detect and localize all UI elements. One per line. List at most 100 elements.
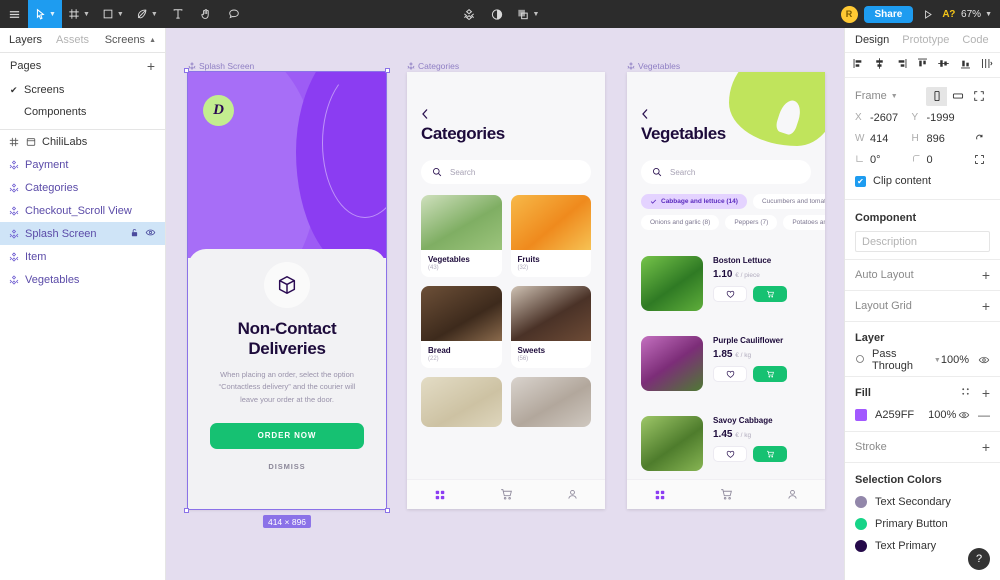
remove-fill-button[interactable]: — xyxy=(978,409,990,421)
chevron-down-icon[interactable]: ▼ xyxy=(49,11,56,18)
frame-label-splash-screen[interactable]: Splash Screen xyxy=(188,61,254,71)
tab-cart[interactable] xyxy=(473,488,539,501)
blend-mode-control[interactable]: Pass Through ▼ xyxy=(855,348,941,372)
filter-chip-cucumbers-and-tomatoes[interactable]: Cucumbers and tomatoes xyxy=(752,194,825,209)
chevron-up-icon[interactable]: ▲ xyxy=(149,37,156,44)
chevron-down-icon[interactable]: ▼ xyxy=(533,11,540,18)
frame-label-categories[interactable]: Categories xyxy=(407,61,459,71)
frame-tool[interactable]: ▼ xyxy=(62,0,96,28)
union-icon[interactable]: ▼ xyxy=(511,0,546,28)
width-field[interactable]: W 414 xyxy=(855,128,910,149)
add-to-cart-button[interactable] xyxy=(753,366,787,382)
filter-chip-peppers[interactable]: Peppers (7) xyxy=(725,215,778,230)
frame-type-label[interactable]: Frame xyxy=(855,90,887,102)
layer-row-splash-screen[interactable]: Splash Screen xyxy=(0,222,165,245)
frame-splash-screen[interactable]: Splash Screen D Non-Contact Deliveries W… xyxy=(184,61,390,528)
styles-icon[interactable] xyxy=(960,386,971,400)
chevron-left-icon[interactable] xyxy=(641,108,649,122)
category-card[interactable]: Vegetables (43) xyxy=(421,195,502,277)
eye-icon[interactable] xyxy=(958,409,970,421)
rotation-field[interactable]: 0° xyxy=(855,149,910,170)
comment-tool[interactable] xyxy=(220,0,248,28)
chevron-down-icon[interactable]: ▼ xyxy=(985,11,992,18)
description-field[interactable]: Description xyxy=(855,231,990,252)
add-layout-grid-button[interactable]: + xyxy=(982,299,990,313)
filter-chip-cabbage-and-lettuce[interactable]: Cabbage and lettuce (14) xyxy=(641,194,747,209)
add-stroke-button[interactable]: + xyxy=(982,440,990,454)
screens-dropdown[interactable]: Screens ▲ xyxy=(105,34,156,46)
search-input[interactable]: Search xyxy=(421,160,591,184)
fill-opacity-value[interactable]: 100% xyxy=(928,409,956,421)
tab-design[interactable]: Design xyxy=(855,34,889,46)
category-card[interactable]: Bread (22) xyxy=(421,286,502,368)
product-row-boston-lettuce[interactable]: Boston Lettuce 1.10 € / piece xyxy=(641,256,811,311)
color-swatch[interactable] xyxy=(855,540,867,552)
category-card[interactable]: Fruits (32) xyxy=(510,195,591,277)
landscape-icon[interactable] xyxy=(947,87,968,106)
resize-handle-br[interactable] xyxy=(385,508,390,513)
resize-handle-bl[interactable] xyxy=(184,508,189,513)
category-card[interactable] xyxy=(510,377,591,427)
add-auto-layout-button[interactable]: + xyxy=(982,268,990,282)
layer-opacity-value[interactable]: 100% xyxy=(941,354,969,366)
unlock-icon[interactable] xyxy=(130,228,139,240)
alert-badge[interactable]: A? xyxy=(942,9,955,20)
add-to-cart-button[interactable] xyxy=(753,446,787,462)
frame-vegetables[interactable]: Vegetables Vegetables Search Cabbage and… xyxy=(627,61,825,509)
chevron-down-icon[interactable]: ▼ xyxy=(117,11,124,18)
tab-grid[interactable] xyxy=(627,489,693,501)
vegetables-artboard[interactable]: Vegetables Search Cabbage and lettuce (1… xyxy=(627,72,825,509)
favorite-button[interactable] xyxy=(713,366,747,382)
categories-artboard[interactable]: Categories Search Vegetables (43) Fruits… xyxy=(407,72,605,509)
tab-assets[interactable]: Assets xyxy=(56,34,89,46)
category-card[interactable]: Sweets (56) xyxy=(510,286,591,368)
resize-handle-tl[interactable] xyxy=(184,68,189,73)
tab-grid[interactable] xyxy=(407,489,473,501)
frame-categories[interactable]: Categories Categories Search Vegetables … xyxy=(407,61,605,509)
tab-profile[interactable] xyxy=(759,488,825,501)
independent-corners-icon[interactable] xyxy=(968,149,990,170)
y-field[interactable]: Y -1999 xyxy=(912,107,967,128)
fill-color-swatch[interactable] xyxy=(855,409,867,421)
add-to-cart-button[interactable] xyxy=(753,286,787,302)
tab-cart[interactable] xyxy=(693,488,759,501)
layer-row-chililabs[interactable]: ChiliLabs xyxy=(0,130,165,153)
eye-icon[interactable] xyxy=(145,227,156,241)
shape-tool[interactable]: ▼ xyxy=(96,0,130,28)
product-row-purple-cauliflower[interactable]: Purple Cauliflower 1.85 € / kg xyxy=(641,336,811,391)
add-fill-button[interactable]: + xyxy=(982,386,990,400)
avatar[interactable]: R xyxy=(840,5,858,23)
layer-row-vegetables[interactable]: Vegetables xyxy=(0,268,165,291)
category-card[interactable] xyxy=(421,377,502,427)
page-item-screens[interactable]: ✔ Screens xyxy=(0,79,165,101)
play-icon[interactable] xyxy=(919,9,936,20)
scale-to-fit-icon[interactable] xyxy=(968,86,990,107)
filter-chip-potatoes[interactable]: Potatoes and ca xyxy=(783,215,825,230)
tab-layers[interactable]: Layers xyxy=(9,34,42,46)
move-tool[interactable]: ▼ xyxy=(28,0,62,28)
hamburger-menu-icon[interactable] xyxy=(0,0,28,28)
align-left-icon[interactable] xyxy=(852,57,865,73)
fill-hex-value[interactable]: A259FF xyxy=(875,409,914,421)
canvas[interactable]: Splash Screen D Non-Contact Deliveries W… xyxy=(166,28,844,580)
height-field[interactable]: H 896 xyxy=(912,128,967,149)
search-input[interactable]: Search xyxy=(641,160,811,184)
clip-content-row[interactable]: ✔ Clip content xyxy=(855,170,990,192)
hand-tool[interactable] xyxy=(192,0,220,28)
component-icon[interactable] xyxy=(455,0,483,28)
share-button[interactable]: Share xyxy=(863,5,914,23)
page-item-components[interactable]: Components xyxy=(0,101,165,123)
layer-row-item[interactable]: Item xyxy=(0,245,165,268)
product-row-savoy-cabbage[interactable]: Savoy Cabbage 1.45 € / kg xyxy=(641,416,811,471)
pen-tool[interactable]: ▼ xyxy=(130,0,164,28)
resize-handle-tr[interactable] xyxy=(385,68,390,73)
filter-chip-onions-and-garlic[interactable]: Onions and garlic (8) xyxy=(641,215,720,230)
chevron-down-icon[interactable]: ▼ xyxy=(891,93,898,100)
dismiss-button[interactable]: DISMISS xyxy=(210,462,364,471)
color-swatch[interactable] xyxy=(855,518,867,530)
chevron-down-icon[interactable]: ▼ xyxy=(934,357,941,364)
layer-row-payment[interactable]: Payment xyxy=(0,153,165,176)
order-now-button[interactable]: ORDER NOW xyxy=(210,422,364,449)
color-swatch[interactable] xyxy=(855,496,867,508)
chevron-left-icon[interactable] xyxy=(421,108,429,122)
